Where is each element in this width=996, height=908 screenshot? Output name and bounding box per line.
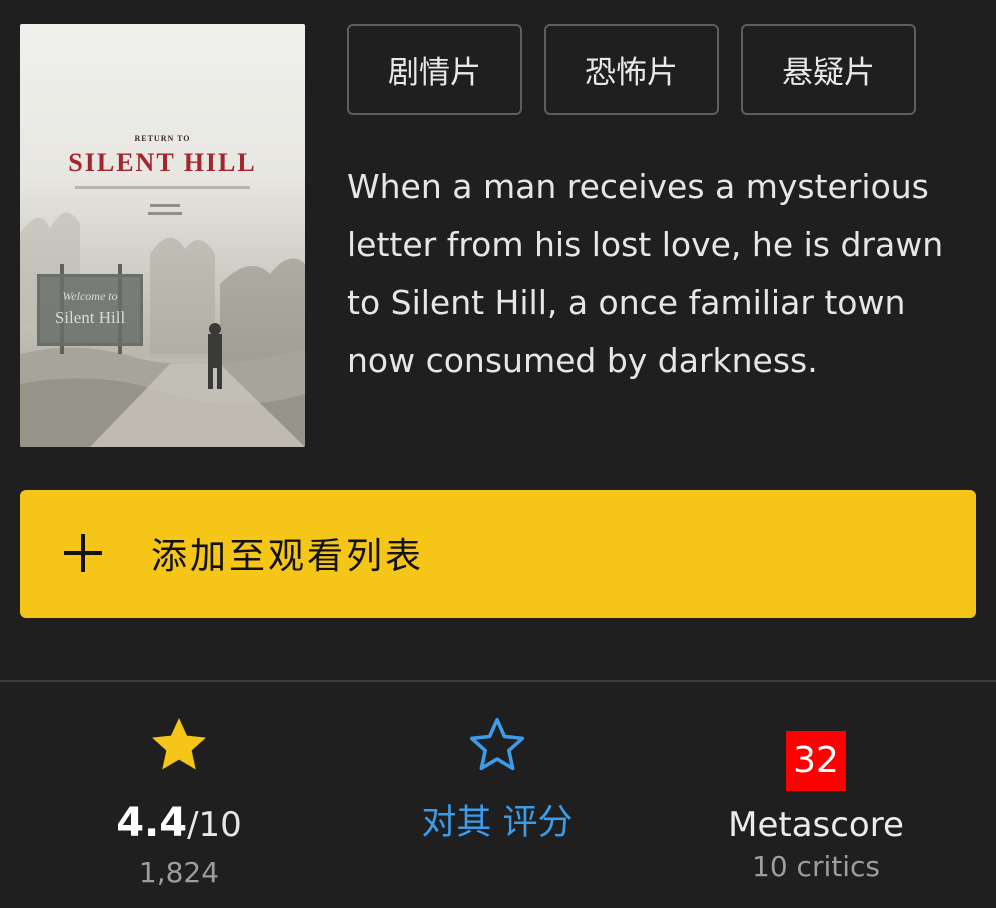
- genre-chips: 剧情片 恐怖片 悬疑片: [347, 24, 916, 115]
- poster-artwork: [20, 186, 305, 447]
- sign-line-1: Welcome to: [62, 289, 118, 303]
- watchlist-label: 添加至观看列表: [151, 536, 425, 577]
- imdb-rating[interactable]: 4.4/10 1,824: [49, 712, 309, 889]
- genre-chip-drama[interactable]: 剧情片: [347, 24, 522, 115]
- add-to-watchlist-button[interactable]: 添加至观看列表: [20, 490, 976, 618]
- genre-chip-mystery[interactable]: 悬疑片: [741, 24, 916, 115]
- plus-icon: [64, 534, 102, 572]
- star-outline-icon: [469, 717, 525, 771]
- plot-synopsis: When a man receives a mysterious letter …: [347, 167, 944, 380]
- star-filled-icon: [152, 718, 206, 770]
- sign-line-2: Silent Hill: [54, 308, 126, 327]
- genre-chip-horror[interactable]: 恐怖片: [544, 24, 719, 115]
- rating-value: 4.4: [116, 800, 188, 846]
- poster-title: SILENT HILL: [68, 148, 257, 177]
- critics-count: 10 critics: [752, 850, 880, 883]
- metascore[interactable]: 32 Metascore 10 critics: [686, 712, 946, 883]
- rate-this-button[interactable]: 对其 评分: [367, 712, 627, 848]
- metascore-label: Metascore: [728, 805, 904, 845]
- section-divider: [0, 680, 996, 682]
- welcome-sign: Welcome to Silent Hill: [37, 274, 143, 346]
- poster-subtitle: RETURN TO: [134, 134, 191, 143]
- rating-count: 1,824: [138, 856, 220, 889]
- imdb-score: 4.4/10: [49, 798, 309, 848]
- metascore-badge: 32: [786, 731, 846, 791]
- movie-poster[interactable]: RETURN TO SILENT HILL Welcome to Silent …: [20, 24, 305, 447]
- rate-label: 对其 评分: [421, 803, 573, 843]
- rating-scale: /10: [187, 805, 242, 845]
